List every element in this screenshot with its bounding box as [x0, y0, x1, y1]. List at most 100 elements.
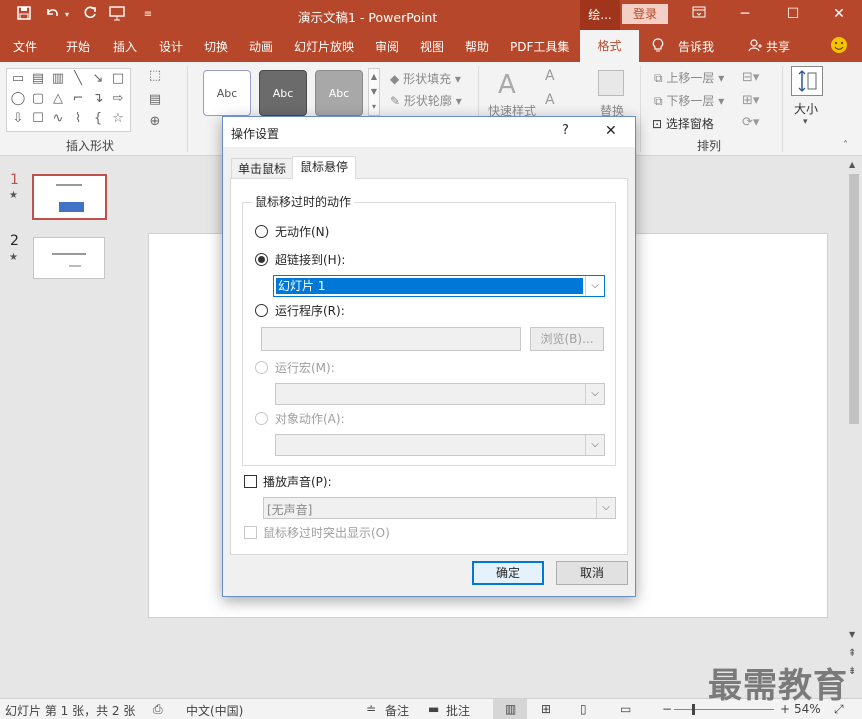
vertical-textbox-shape-icon[interactable]: ▤ [29, 71, 47, 87]
tab-transitions[interactable]: 切换 [204, 38, 228, 55]
customize-icon[interactable]: ≡ [138, 5, 158, 25]
comments-icon[interactable]: ▬ [428, 702, 439, 716]
undo-dropdown-icon[interactable]: ▾ [62, 5, 72, 25]
quick-styles-icon[interactable]: A [498, 70, 516, 100]
text-fill-icon[interactable]: A [545, 68, 555, 84]
right-arrow-shape-icon[interactable]: ⇨ [109, 91, 127, 107]
play-sound-checkbox[interactable] [244, 475, 257, 488]
run-program-radio[interactable] [255, 304, 268, 317]
slide-sorter-view-icon[interactable]: ⊞ [541, 702, 551, 716]
hyperlink-radio[interactable] [255, 253, 268, 266]
shape-style-1[interactable]: Abc [203, 70, 251, 116]
zoom-slider[interactable] [674, 709, 774, 710]
start-from-beginning-icon[interactable] [108, 5, 128, 25]
slideshow-view-icon[interactable]: ▭ [620, 702, 631, 716]
vertical-scrollbar[interactable]: ▲ ▼ ⇞ ⇟ [846, 156, 862, 698]
scroll-thumb[interactable] [849, 174, 859, 424]
previous-slide-icon[interactable]: ⇞ [848, 648, 856, 659]
tab-format[interactable]: 格式 [580, 30, 639, 62]
collapse-ribbon-icon[interactable]: ˄ [843, 140, 848, 151]
size-label[interactable]: 大小 [794, 100, 818, 117]
no-action-radio[interactable] [255, 225, 268, 238]
down-arrow-shape-icon[interactable]: ⇩ [9, 111, 27, 127]
save-icon[interactable] [14, 5, 34, 25]
bring-forward-button[interactable]: ⧉ 上移一层 ▾ [654, 69, 724, 86]
slide-thumbnail-2[interactable] [33, 237, 105, 279]
no-action-label[interactable]: 无动作(N) [275, 223, 329, 240]
notes-button[interactable]: 备注 [385, 702, 409, 719]
zoom-slider-thumb[interactable] [692, 704, 695, 715]
tab-home[interactable]: 开始 [66, 38, 90, 55]
freeform-shape-icon[interactable]: ☐ [29, 111, 47, 127]
scroll-down-icon[interactable]: ▼ [849, 630, 855, 639]
rectangle-shape-icon[interactable]: □ [109, 71, 127, 87]
text-outline-icon[interactable]: A [545, 92, 555, 108]
browse-button[interactable]: 浏览(B)... [530, 327, 604, 351]
text-shape-icon[interactable]: ▥ [49, 71, 67, 87]
replace-image-icon[interactable] [598, 70, 624, 96]
maximize-icon[interactable]: ☐ [770, 0, 816, 30]
arrow-line-shape-icon[interactable]: ↘ [89, 71, 107, 87]
tab-help[interactable]: 帮助 [465, 38, 489, 55]
scroll-up-icon[interactable]: ▲ [849, 160, 855, 169]
macro-select[interactable]: ⌵ [275, 383, 605, 405]
close-icon[interactable]: ✕ [816, 0, 862, 30]
highlight-checkbox[interactable] [244, 526, 257, 539]
tab-design[interactable]: 设计 [159, 38, 183, 55]
draw-textbox-icon[interactable]: ▤ [146, 92, 164, 108]
shape-style-2[interactable]: Abc [259, 70, 307, 116]
tab-insert[interactable]: 插入 [113, 38, 137, 55]
run-program-label[interactable]: 运行程序(R): [275, 302, 345, 319]
redo-icon[interactable] [80, 5, 100, 25]
brace-shape-icon[interactable]: { [89, 111, 107, 127]
style-gallery-scroll[interactable]: ▲ ▼ ▾ [368, 68, 380, 116]
language-status[interactable]: 中文(中国) [186, 702, 243, 719]
smiley-feedback-icon[interactable] [830, 36, 848, 57]
dialog-close-button[interactable]: ✕ [605, 123, 617, 139]
chevron-down-icon[interactable]: ⌵ [585, 384, 604, 404]
run-macro-radio[interactable] [255, 361, 268, 374]
object-action-select[interactable]: ⌵ [275, 434, 605, 456]
next-slide-icon[interactable]: ⇟ [848, 666, 856, 677]
share-icon[interactable] [748, 38, 762, 55]
shape-outline-button[interactable]: ✎ 形状轮廓 ▾ [390, 92, 462, 109]
shape-fill-button[interactable]: ◆ 形状填充 ▾ [390, 70, 461, 87]
oval-shape-icon[interactable]: ◯ [9, 91, 27, 107]
comments-button[interactable]: 批注 [446, 702, 470, 719]
chevron-down-icon[interactable]: ⌵ [585, 435, 604, 455]
tab-file[interactable]: 文件 [13, 38, 37, 55]
tab-animations[interactable]: 动画 [249, 38, 273, 55]
scribble-shape-icon[interactable]: ⌇ [69, 111, 87, 127]
share-button[interactable]: 共享 [766, 38, 790, 55]
tab-mouse-click[interactable]: 单击鼠标 [231, 158, 293, 179]
edit-shape-icon[interactable]: ⬚ [146, 68, 164, 84]
size-icon[interactable] [791, 66, 823, 96]
slide-thumbnail-1[interactable] [32, 174, 107, 220]
group-icon[interactable]: ⊞▾ [742, 93, 759, 108]
rounded-rectangle-shape-icon[interactable]: ▢ [29, 91, 47, 107]
minimize-icon[interactable]: ─ [722, 0, 768, 30]
help-button[interactable]: ? [562, 123, 569, 138]
star-shape-icon[interactable]: ☆ [109, 111, 127, 127]
zoom-out-icon[interactable]: − [662, 702, 672, 716]
chevron-down-icon[interactable]: ⌵ [585, 276, 604, 296]
hyperlink-label[interactable]: 超链接到(H): [275, 251, 345, 268]
tab-slideshow[interactable]: 幻灯片放映 [294, 38, 354, 55]
cancel-button[interactable]: 取消 [556, 561, 628, 585]
elbow-connector-shape-icon[interactable]: ⌐ [69, 91, 87, 107]
line-shape-icon[interactable]: ╲ [69, 71, 87, 87]
tab-review[interactable]: 审阅 [375, 38, 399, 55]
reading-view-icon[interactable]: ▯ [580, 702, 587, 716]
chevron-down-icon[interactable]: ⌵ [596, 498, 615, 518]
tell-me-field[interactable]: 告诉我 [678, 38, 714, 55]
program-path-input[interactable] [261, 327, 521, 351]
ribbon-display-options-icon[interactable] [676, 0, 722, 30]
send-backward-button[interactable]: ⧉ 下移一层 ▾ [654, 92, 724, 109]
size-dropdown-icon[interactable]: ▾ [803, 117, 808, 127]
ok-button[interactable]: 确定 [472, 561, 544, 585]
play-sound-label[interactable]: 播放声音(P): [263, 473, 332, 490]
rotate-icon[interactable]: ⟳▾ [742, 115, 759, 130]
align-icon[interactable]: ⊟▾ [742, 70, 759, 85]
object-action-radio[interactable] [255, 412, 268, 425]
notes-icon[interactable]: ≐ [366, 702, 376, 716]
